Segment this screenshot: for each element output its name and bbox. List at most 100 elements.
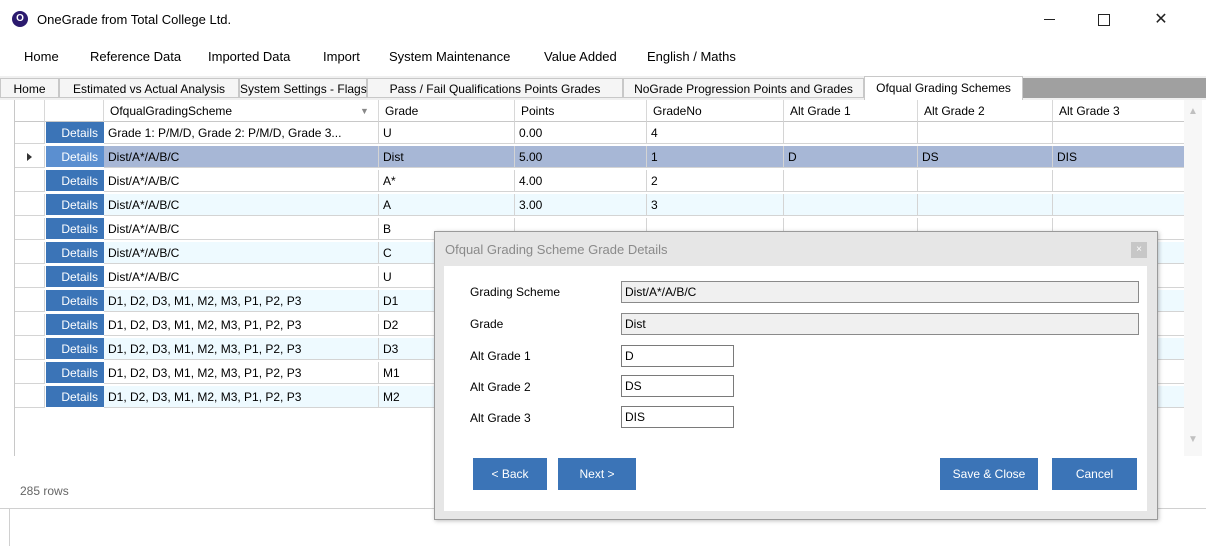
- save-close-button[interactable]: Save & Close: [940, 458, 1038, 490]
- column-header-grade[interactable]: Grade: [379, 100, 515, 122]
- column-header-scheme[interactable]: OfqualGradingScheme ▼: [104, 100, 379, 122]
- minimize-button[interactable]: [1026, 0, 1072, 40]
- grading-scheme-field[interactable]: [621, 281, 1139, 303]
- scroll-up-icon[interactable]: ▲: [1188, 106, 1198, 117]
- cancel-button[interactable]: Cancel: [1052, 458, 1137, 490]
- column-header-points[interactable]: Points: [515, 100, 647, 122]
- cell-alt-grade-2[interactable]: [918, 170, 1053, 192]
- row-header[interactable]: [15, 146, 45, 168]
- filter-dropdown-icon[interactable]: ▼: [360, 100, 369, 122]
- menu-system-maintenance[interactable]: System Maintenance: [389, 49, 510, 64]
- cell-scheme[interactable]: D1, D2, D3, M1, M2, M3, P1, P2, P3: [104, 386, 379, 408]
- cell-alt-grade-2[interactable]: DS: [918, 146, 1053, 168]
- row-header[interactable]: [15, 194, 45, 216]
- close-window-button[interactable]: ✕: [1138, 0, 1184, 40]
- row-header[interactable]: [15, 122, 45, 144]
- cell-points[interactable]: 0.00: [515, 122, 647, 144]
- cell-gradeno[interactable]: 1: [647, 146, 784, 168]
- cell-gradeno[interactable]: 4: [647, 122, 784, 144]
- row-header[interactable]: [15, 266, 45, 288]
- cell-points[interactable]: 4.00: [515, 170, 647, 192]
- menu-value-added[interactable]: Value Added: [544, 49, 617, 64]
- scroll-down-icon[interactable]: ▼: [1188, 434, 1198, 445]
- cell-grade[interactable]: A*: [379, 170, 515, 192]
- cell-alt-grade-3[interactable]: [1053, 122, 1185, 144]
- cell-alt-grade-1[interactable]: D: [784, 146, 918, 168]
- details-button[interactable]: Details: [45, 386, 104, 408]
- row-header[interactable]: [15, 290, 45, 312]
- row-header[interactable]: [15, 338, 45, 360]
- details-button[interactable]: Details: [45, 242, 104, 264]
- menu-imported-data[interactable]: Imported Data: [208, 49, 290, 64]
- vertical-scrollbar[interactable]: ▲ ▼: [1184, 100, 1202, 456]
- details-button[interactable]: Details: [45, 338, 104, 360]
- cell-scheme[interactable]: Dist/A*/A/B/C: [104, 266, 379, 288]
- details-button[interactable]: Details: [45, 194, 104, 216]
- cell-scheme[interactable]: D1, D2, D3, M1, M2, M3, P1, P2, P3: [104, 362, 379, 384]
- table-row[interactable]: Details Dist/A*/A/B/C A* 4.00 2: [15, 170, 1185, 192]
- table-row[interactable]: Details Dist/A*/A/B/C Dist 5.00 1 D DS DIS: [15, 146, 1185, 168]
- cell-scheme[interactable]: Dist/A*/A/B/C: [104, 170, 379, 192]
- cell-alt-grade-2[interactable]: [918, 194, 1053, 216]
- next-button[interactable]: Next >: [558, 458, 636, 490]
- row-header[interactable]: [15, 170, 45, 192]
- cell-alt-grade-3[interactable]: [1053, 170, 1185, 192]
- row-header[interactable]: [15, 242, 45, 264]
- column-header-gradeno[interactable]: GradeNo: [647, 100, 784, 122]
- details-button[interactable]: Details: [45, 290, 104, 312]
- row-header[interactable]: [15, 362, 45, 384]
- cell-gradeno[interactable]: 2: [647, 170, 784, 192]
- cell-alt-grade-2[interactable]: [918, 122, 1053, 144]
- details-button[interactable]: Details: [45, 170, 104, 192]
- menu-reference-data[interactable]: Reference Data: [90, 49, 181, 64]
- details-button[interactable]: Details: [45, 362, 104, 384]
- cell-grade[interactable]: U: [379, 122, 515, 144]
- details-button[interactable]: Details: [45, 146, 104, 168]
- cell-grade[interactable]: Dist: [379, 146, 515, 168]
- cell-alt-grade-3[interactable]: [1053, 194, 1185, 216]
- cell-gradeno[interactable]: 3: [647, 194, 784, 216]
- row-header[interactable]: [15, 314, 45, 336]
- cell-scheme[interactable]: D1, D2, D3, M1, M2, M3, P1, P2, P3: [104, 314, 379, 336]
- details-button[interactable]: Details: [45, 314, 104, 336]
- tab-estimated-vs-actual[interactable]: Estimated vs Actual Analysis: [59, 78, 239, 98]
- maximize-button[interactable]: [1081, 0, 1127, 40]
- menu-import[interactable]: Import: [323, 49, 360, 64]
- tab-nograde-progression[interactable]: NoGrade Progression Points and Grades: [623, 78, 864, 98]
- menu-home[interactable]: Home: [24, 49, 59, 64]
- column-header-alt-grade-2[interactable]: Alt Grade 2: [918, 100, 1053, 122]
- cell-grade[interactable]: A: [379, 194, 515, 216]
- alt-grade-1-field[interactable]: [621, 345, 734, 367]
- tab-ofqual-grading-schemes[interactable]: Ofqual Grading Schemes: [864, 76, 1023, 100]
- details-button[interactable]: Details: [45, 218, 104, 240]
- alt-grade-2-field[interactable]: [621, 375, 734, 397]
- column-header-alt-grade-3[interactable]: Alt Grade 3: [1053, 100, 1185, 122]
- tab-home[interactable]: Home: [0, 78, 59, 98]
- alt-grade-3-field[interactable]: [621, 406, 734, 428]
- cell-points[interactable]: 3.00: [515, 194, 647, 216]
- cell-alt-grade-1[interactable]: [784, 194, 918, 216]
- cell-scheme[interactable]: Dist/A*/A/B/C: [104, 194, 379, 216]
- dialog-close-button[interactable]: ×: [1131, 242, 1147, 258]
- cell-scheme[interactable]: Dist/A*/A/B/C: [104, 218, 379, 240]
- cell-scheme[interactable]: Grade 1: P/M/D, Grade 2: P/M/D, Grade 3.…: [104, 122, 379, 144]
- cell-scheme[interactable]: D1, D2, D3, M1, M2, M3, P1, P2, P3: [104, 338, 379, 360]
- cell-alt-grade-3[interactable]: DIS: [1053, 146, 1185, 168]
- tab-system-settings-flags[interactable]: System Settings - Flags: [239, 78, 367, 98]
- cell-alt-grade-1[interactable]: [784, 170, 918, 192]
- details-button[interactable]: Details: [45, 266, 104, 288]
- row-header[interactable]: [15, 386, 45, 408]
- cell-scheme[interactable]: D1, D2, D3, M1, M2, M3, P1, P2, P3: [104, 290, 379, 312]
- cell-alt-grade-1[interactable]: [784, 122, 918, 144]
- table-row[interactable]: Details Grade 1: P/M/D, Grade 2: P/M/D, G…: [15, 122, 1185, 144]
- row-header[interactable]: [15, 218, 45, 240]
- back-button[interactable]: < Back: [473, 458, 547, 490]
- cell-points[interactable]: 5.00: [515, 146, 647, 168]
- details-button[interactable]: Details: [45, 122, 104, 144]
- cell-scheme[interactable]: Dist/A*/A/B/C: [104, 242, 379, 264]
- grade-field[interactable]: [621, 313, 1139, 335]
- table-row[interactable]: Details Dist/A*/A/B/C A 3.00 3: [15, 194, 1185, 216]
- menu-english-maths[interactable]: English / Maths: [647, 49, 736, 64]
- column-header-alt-grade-1[interactable]: Alt Grade 1: [784, 100, 918, 122]
- tab-pass-fail-qualifications[interactable]: Pass / Fail Qualifications Points Grades: [367, 78, 623, 98]
